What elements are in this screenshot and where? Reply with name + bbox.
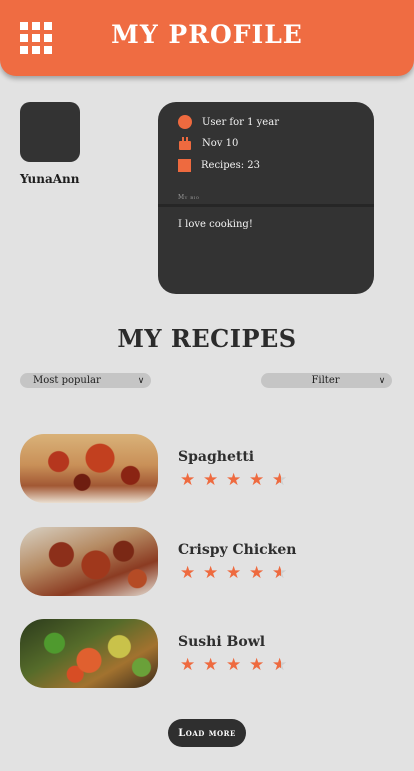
recipe-thumbnail[interactable] <box>20 434 158 503</box>
avatar[interactable] <box>20 102 80 162</box>
star-full-icon: ★ <box>203 655 219 675</box>
app-header: MY PROFILE <box>0 0 414 76</box>
section-title: MY RECIPES <box>117 324 297 353</box>
recipe-item[interactable]: Spaghetti ★ ★ ★ ★ ★ <box>0 434 414 504</box>
star-full-icon: ★ <box>226 655 242 675</box>
birthday-text: Nov 10 <box>202 137 239 149</box>
cake-icon <box>178 136 192 150</box>
load-more-button[interactable]: Load more <box>168 719 246 747</box>
star-full-icon: ★ <box>180 470 196 490</box>
star-full-icon: ★ <box>203 563 219 583</box>
chevron-down-icon: ∨ <box>137 375 145 386</box>
recipes-count-row: Recipes: 23 <box>178 157 260 173</box>
recipes-count-text: Recipes: 23 <box>201 159 260 171</box>
star-full-icon: ★ <box>226 470 242 490</box>
star-full-icon: ★ <box>249 563 265 583</box>
recipe-name: Sushi Bowl <box>178 634 266 650</box>
rating-stars: ★ ★ ★ ★ ★ <box>180 655 290 675</box>
star-full-icon: ★ <box>203 470 219 490</box>
rating-stars: ★ ★ ★ ★ ★ <box>180 563 290 583</box>
star-full-icon: ★ <box>180 563 196 583</box>
star-half-icon: ★ <box>272 565 290 582</box>
username: YunaAnn <box>20 172 80 186</box>
profile-info-card: User for 1 year Nov 10 Recipes: 23 My bi… <box>158 102 374 294</box>
sort-dropdown-label: Most popular <box>33 375 101 386</box>
recipe-thumbnail[interactable] <box>20 619 158 688</box>
bio-text: I love cooking! <box>178 219 253 230</box>
recipes-square-icon <box>178 158 191 172</box>
recipe-name: Spaghetti <box>178 449 255 465</box>
recipe-thumbnail[interactable] <box>20 527 158 596</box>
star-half-icon: ★ <box>272 472 290 489</box>
recipe-item[interactable]: Crispy Chicken ★ ★ ★ ★ ★ <box>0 527 414 597</box>
member-since-text: User for 1 year <box>202 116 279 128</box>
sort-dropdown[interactable]: Most popular ∨ <box>20 373 151 388</box>
bio-label: My bio <box>178 194 200 201</box>
user-dot-icon <box>178 115 192 129</box>
star-full-icon: ★ <box>226 563 242 583</box>
star-full-icon: ★ <box>180 655 196 675</box>
recipe-name: Crispy Chicken <box>178 542 297 558</box>
star-full-icon: ★ <box>249 470 265 490</box>
filter-dropdown-label: Filter <box>311 375 340 386</box>
birthday-row: Nov 10 <box>178 135 238 151</box>
member-since-row: User for 1 year <box>178 114 279 130</box>
filter-dropdown[interactable]: Filter ∨ <box>261 373 392 388</box>
recipe-item[interactable]: Sushi Bowl ★ ★ ★ ★ ★ <box>0 619 414 689</box>
star-half-icon: ★ <box>272 657 290 674</box>
chevron-down-icon: ∨ <box>378 375 386 386</box>
bio-box: I love cooking! <box>158 204 374 294</box>
rating-stars: ★ ★ ★ ★ ★ <box>180 470 290 490</box>
page-title: MY PROFILE <box>111 20 303 49</box>
star-full-icon: ★ <box>249 655 265 675</box>
